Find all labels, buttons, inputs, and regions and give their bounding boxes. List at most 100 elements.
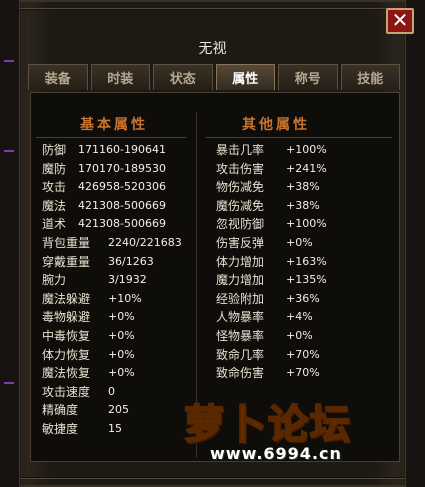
stat-label: 伤害反弹: [216, 235, 265, 250]
stat-label: 中毒恢复: [42, 328, 91, 343]
stat-row: 怪物暴率 +0%: [216, 327, 327, 346]
stat-label: 毒物躲避: [42, 310, 91, 325]
basic-stats-list: 防御 171160-190641 魔防 170170-189530 攻击 426958…: [42, 141, 182, 439]
tab-equipment[interactable]: 装备: [28, 64, 88, 90]
stat-label: 背包重量: [42, 235, 91, 250]
stat-row: 防御 171160-190641: [42, 141, 182, 160]
stat-row: 中毒恢复 +0%: [42, 327, 182, 346]
stat-value: +4%: [286, 310, 313, 324]
stat-row: 人物暴率 +4%: [216, 308, 327, 327]
stat-row: 魔法 421308-500669: [42, 197, 182, 216]
stat-value: +100%: [286, 143, 327, 156]
other-attributes-heading: 其他属性: [242, 117, 310, 133]
stat-value: +163%: [286, 254, 327, 268]
stat-row: 魔法躲避 +10%: [42, 290, 182, 309]
stat-row: 穿戴重量 36/1263: [42, 253, 182, 272]
stat-value: +0%: [108, 366, 135, 380]
stat-value: +36%: [286, 291, 320, 305]
tab-bar: 装备 时装 状态 属性 称号 技能: [28, 64, 403, 90]
stat-row: 背包重量 2240/221683: [42, 234, 182, 253]
stat-label: 道术: [42, 217, 67, 232]
stat-value: 170170-189530: [78, 161, 166, 175]
stat-label: 致命伤害: [216, 366, 265, 381]
stat-label: 经验附加: [216, 291, 265, 306]
other-stats-list: 暴击几率 +100% 攻击伤害 +241% 物伤减免 +38% 魔伤减免 +38% 忽视…: [216, 141, 327, 383]
stat-label: 魔法恢复: [42, 366, 91, 381]
stat-value: +0%: [286, 235, 313, 249]
stat-label: 穿戴重量: [42, 254, 91, 269]
watermark-url: www.6994.cn: [210, 444, 342, 463]
stat-label: 腕力: [42, 273, 67, 288]
stat-row: 腕力 3/1932: [42, 271, 182, 290]
stat-value: +241%: [286, 161, 327, 175]
stat-label: 魔法: [42, 198, 67, 213]
stat-label: 魔力增加: [216, 273, 265, 288]
stat-value: +100%: [286, 217, 327, 231]
tab-skills[interactable]: 技能: [340, 64, 400, 90]
stat-row: 攻击速度 0: [42, 383, 182, 402]
stat-value: +70%: [286, 347, 320, 361]
tab-fashion[interactable]: 时装: [90, 64, 150, 90]
stat-label: 防御: [42, 143, 67, 157]
stat-row: 毒物躲避 +0%: [42, 308, 182, 327]
stat-label: 忽视防御: [216, 217, 265, 232]
stat-row: 致命伤害 +70%: [216, 364, 327, 383]
stat-label: 体力增加: [216, 254, 265, 269]
stat-value: 3/1932: [108, 273, 147, 287]
tab-attributes[interactable]: 属性: [215, 64, 275, 90]
stat-row: 暴击几率 +100%: [216, 141, 327, 160]
stat-row: 攻击 426958-520306: [42, 178, 182, 197]
stat-label: 攻击: [42, 180, 67, 195]
stat-value: 205: [108, 403, 129, 417]
stat-label: 攻击伤害: [216, 161, 265, 176]
stat-label: 暴击几率: [216, 143, 265, 157]
window-title: 无视: [198, 41, 227, 57]
basic-attributes-heading: 基本属性: [80, 117, 148, 133]
stat-value: 171160-190641: [78, 143, 166, 156]
forum-watermark-logo: 萝卜论坛 www.6994.cn: [176, 392, 412, 476]
stat-value: +0%: [108, 328, 135, 342]
watermark-name: 萝卜论坛: [183, 401, 352, 449]
stat-label: 魔防: [42, 161, 67, 176]
left-edge: [0, 0, 20, 487]
stat-label: 精确度: [42, 403, 79, 418]
stat-row: 魔伤减免 +38%: [216, 197, 327, 216]
stat-value: 421308-500669: [78, 198, 166, 212]
stat-row: 道术 421308-500669: [42, 215, 182, 234]
stat-value: +38%: [286, 198, 320, 212]
stat-row: 精确度 205: [42, 401, 182, 420]
stat-value: 36/1263: [108, 254, 154, 268]
stat-row: 攻击伤害 +241%: [216, 160, 327, 179]
stat-label: 敏捷度: [42, 421, 79, 436]
stat-value: +135%: [286, 273, 327, 287]
stat-row: 魔法恢复 +0%: [42, 364, 182, 383]
stat-value: +0%: [108, 347, 135, 361]
stat-label: 魔法躲避: [42, 291, 91, 306]
stat-label: 怪物暴率: [216, 328, 265, 343]
stat-value: 15: [108, 421, 122, 435]
stat-value: 426958-520306: [78, 180, 166, 194]
stat-row: 忽视防御 +100%: [216, 215, 327, 234]
close-button[interactable]: ✕: [386, 8, 414, 34]
stat-row: 物伤减免 +38%: [216, 178, 327, 197]
divider: [36, 137, 186, 138]
stat-value: 421308-500669: [78, 217, 166, 231]
stat-label: 魔伤减免: [216, 198, 265, 213]
stat-value: 2240/221683: [108, 235, 182, 249]
stat-row: 魔力增加 +135%: [216, 271, 327, 290]
stat-row: 伤害反弹 +0%: [216, 234, 327, 253]
tab-status[interactable]: 状态: [153, 64, 213, 90]
stat-value: +10%: [108, 291, 142, 305]
stat-label: 攻击速度: [42, 384, 91, 399]
stat-row: 魔防 170170-189530: [42, 160, 182, 179]
stat-row: 致命几率 +70%: [216, 346, 327, 365]
stat-label: 物伤减免: [216, 180, 265, 195]
stat-label: 体力恢复: [42, 347, 91, 362]
stat-value: +0%: [108, 310, 135, 324]
stat-value: +38%: [286, 180, 320, 194]
tab-titles[interactable]: 称号: [278, 64, 338, 90]
stat-value: 0: [108, 384, 115, 398]
stat-row: 经验附加 +36%: [216, 290, 327, 309]
stat-value: +70%: [286, 366, 320, 380]
stat-label: 人物暴率: [216, 310, 265, 325]
